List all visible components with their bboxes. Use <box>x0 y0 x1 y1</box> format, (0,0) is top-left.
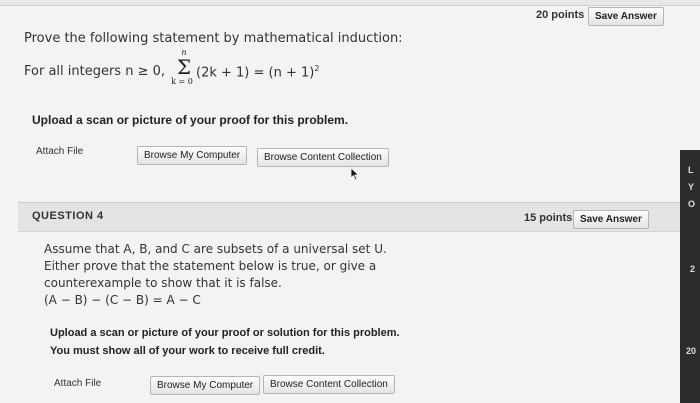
edge-letter-3: O <box>688 199 696 209</box>
q4-save-answer-button[interactable]: Save Answer <box>573 210 649 229</box>
q3-statement: Prove the following statement by mathema… <box>24 31 403 46</box>
q4-line-1: Assume that A, B, and C are subsets of a… <box>44 242 387 256</box>
edge-number: 2 <box>690 264 696 274</box>
q4-browse-content-button[interactable]: Browse Content Collection <box>263 375 395 394</box>
q4-title: QUESTION 4 <box>32 210 104 222</box>
edge-number-2: 20 <box>686 346 697 356</box>
q4-set-equation: (A − B) − (C − B) = A − C <box>44 293 201 307</box>
q3-browse-content-button[interactable]: Browse Content Collection <box>257 148 389 167</box>
q4-attach-file-label: Attach File <box>54 378 102 389</box>
edge-letter-2: Y <box>688 182 695 192</box>
q4-upload-instruction: Upload a scan or picture of your proof o… <box>50 327 400 339</box>
sum-expression-text: (2k + 1) = (n + 1) <box>196 65 315 81</box>
mouse-cursor-icon <box>350 167 360 181</box>
q3-upload-instruction: Upload a scan or picture of your proof f… <box>32 113 349 127</box>
q4-line-2: Either prove that the statement below is… <box>44 259 377 273</box>
q4-line-3: counterexample to show that it is false. <box>44 276 282 290</box>
q3-browse-computer-button[interactable]: Browse My Computer <box>137 146 248 165</box>
sum-lower-limit: k = 0 <box>171 77 193 86</box>
q3-save-answer-button[interactable]: Save Answer <box>588 7 664 26</box>
sigma-glyph: Σ <box>176 55 192 79</box>
q4-browse-computer-button[interactable]: Browse My Computer <box>150 376 261 395</box>
q3-points: 20 points <box>536 9 585 21</box>
q3-for-all: For all integers n ≥ 0, <box>24 64 166 79</box>
sum-exponent: 2 <box>314 64 320 73</box>
q3-attach-file-label: Attach File <box>36 146 84 157</box>
edge-letter-1: L <box>688 165 694 175</box>
summation-symbol: n Σ k = 0 <box>171 48 196 86</box>
q4-work-instruction: You must show all of your work to receiv… <box>50 345 325 357</box>
sum-expression: (2k + 1) = (n + 1)2 <box>196 64 319 80</box>
q4-points: 15 points <box>524 212 573 224</box>
top-strip <box>0 0 700 6</box>
